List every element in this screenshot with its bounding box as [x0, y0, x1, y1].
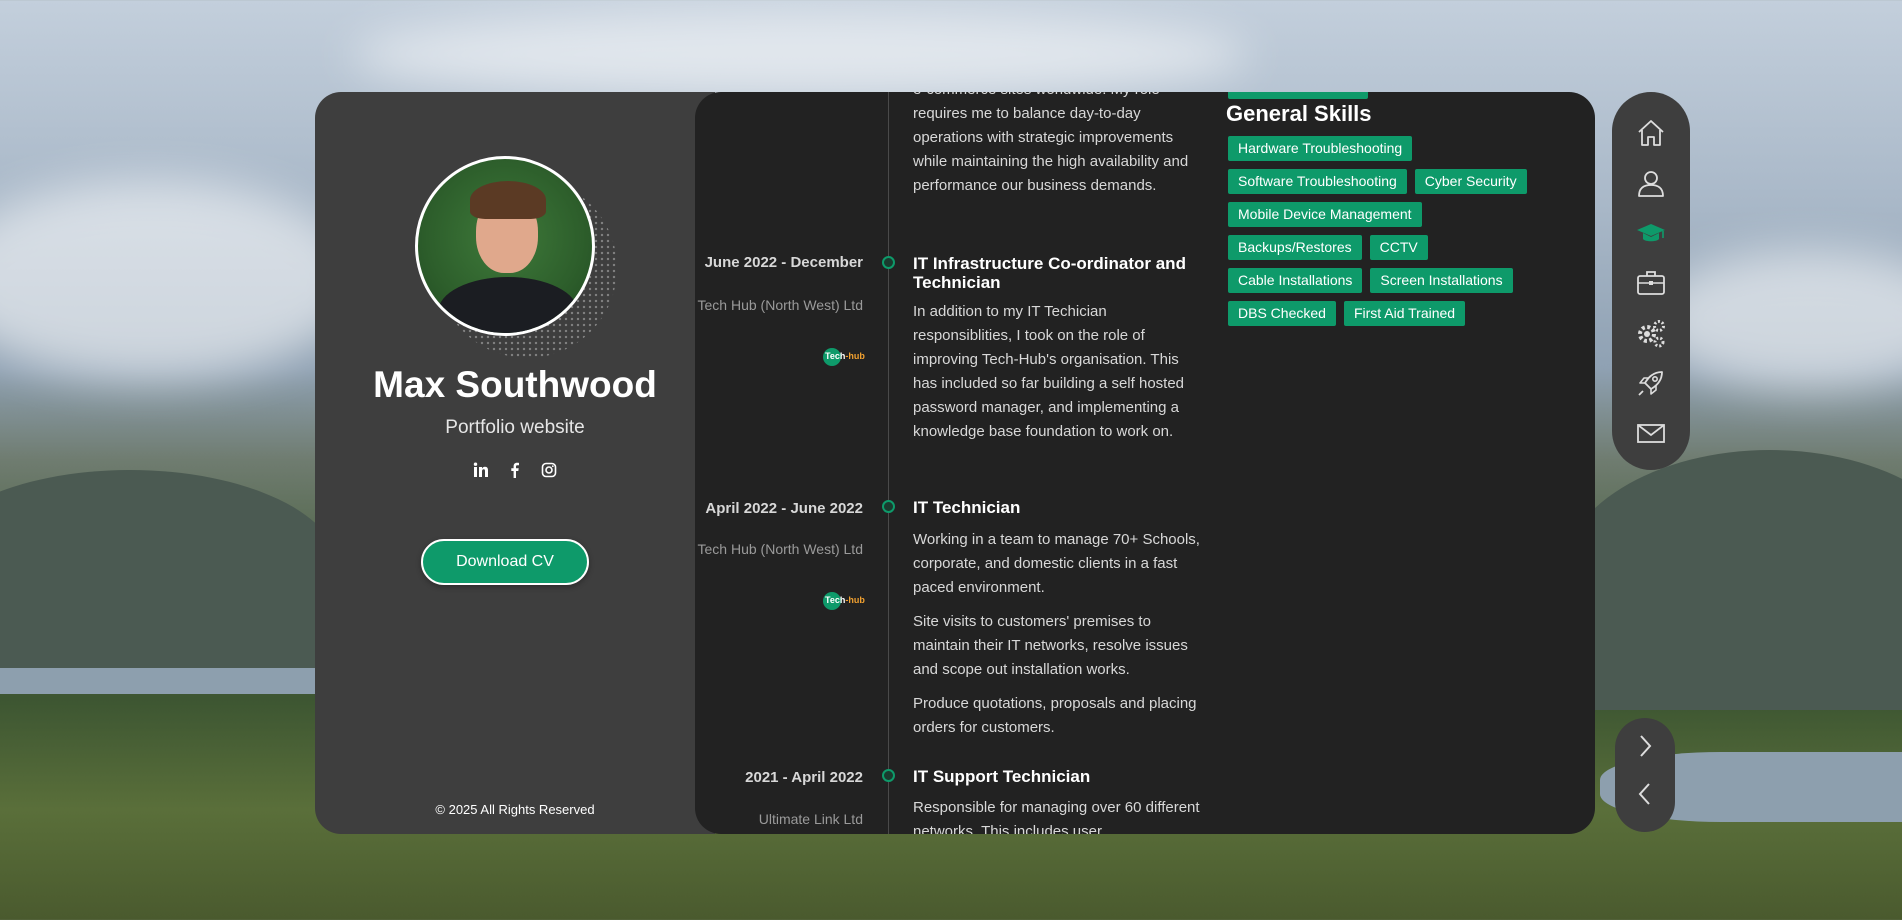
avatar	[415, 156, 595, 336]
logo-text: Tech-hub	[825, 351, 865, 361]
timeline-company: Tech Hub (North West) Ltd	[697, 541, 863, 557]
timeline-date: June 2022 - December	[704, 254, 863, 271]
logo-text: Tech-hub	[825, 595, 865, 605]
skill-tag: Cyber Security	[1414, 169, 1527, 194]
timeline-title: IT Support Technician	[913, 767, 1091, 786]
background-cloud	[0, 180, 360, 380]
timeline-paragraph: In addition to my IT Techician responsib…	[913, 303, 1185, 440]
skills-tag-list: Hardware Troubleshooting Software Troubl…	[1228, 136, 1558, 326]
resume-panel[interactable]: e-commerce sites worldwide. My role requ…	[695, 92, 1595, 834]
home-icon[interactable]	[1631, 113, 1671, 153]
logo-text-tech: Tech	[825, 595, 846, 605]
gears-icon[interactable]	[1631, 313, 1671, 353]
profile-name: Max Southwood	[373, 364, 657, 405]
user-icon[interactable]	[1631, 163, 1671, 203]
previous-arrow-icon[interactable]	[1629, 778, 1661, 810]
timeline-line	[888, 92, 889, 834]
timeline-company: Tech Hub (North West) Ltd	[697, 297, 863, 313]
skill-tag: CCTV	[1369, 235, 1428, 260]
tech-hub-logo: Tech-hub	[823, 592, 865, 612]
timeline-dot	[882, 769, 895, 782]
download-cv-button[interactable]: Download CV	[421, 539, 589, 585]
timeline-company: Ultimate Link Ltd	[758, 811, 863, 827]
background-hill	[0, 470, 340, 670]
facebook-icon[interactable]	[507, 462, 523, 478]
timeline-paragraph: Site visits to customers' premises to ma…	[913, 613, 1188, 678]
social-links	[315, 462, 715, 478]
skill-tag: Mobile Device Management	[1228, 202, 1422, 227]
next-arrow-icon[interactable]	[1629, 730, 1661, 762]
skill-tag: Backups/Restores	[1228, 235, 1362, 260]
skill-tag: Software Troubleshooting	[1228, 169, 1407, 194]
instagram-icon[interactable]	[541, 462, 557, 478]
skill-tag: First Aid Trained	[1343, 301, 1466, 326]
timeline-title: IT Technician	[913, 498, 1021, 517]
rocket-icon[interactable]	[1631, 363, 1671, 403]
skill-tag: Screen Installations	[1370, 268, 1513, 293]
background-hill	[1560, 450, 1902, 710]
profile-subtitle: Portfolio website	[445, 417, 585, 438]
timeline-paragraph: Responsible for managing over 60 differe…	[913, 799, 1200, 834]
timeline-dot	[882, 256, 895, 269]
logo-text-tech: Tech	[825, 351, 846, 361]
skill-tag: DBS Checked	[1228, 301, 1336, 326]
timeline-dot	[882, 500, 895, 513]
avatar-container	[415, 156, 617, 358]
timeline-paragraph: Working in a team to manage 70+ Schools,…	[913, 531, 1200, 596]
tech-hub-logo: Tech-hub	[823, 348, 865, 368]
background-cloud	[350, 10, 1250, 100]
logo-text-hub: -hub	[845, 351, 865, 361]
timeline-intro-text: e-commerce sites worldwide. My role requ…	[913, 92, 1189, 194]
page-arrows	[1615, 718, 1675, 832]
avatar-shirt	[438, 277, 578, 333]
profile-card: Max Southwood Portfolio website Download…	[315, 92, 715, 834]
logo-text-hub: -hub	[845, 595, 865, 605]
skill-tag-cut-off	[1228, 92, 1368, 99]
graduation-cap-icon[interactable]	[1631, 213, 1671, 253]
avatar-hair	[470, 181, 546, 219]
skill-tag: Cable Installations	[1228, 268, 1363, 293]
timeline-title: IT Infrastructure Co-ordinator and Techn…	[913, 254, 1186, 292]
envelope-icon[interactable]	[1631, 413, 1671, 453]
linkedin-icon[interactable]	[473, 462, 489, 478]
background-lake	[0, 668, 320, 694]
timeline-date: April 2022 - June 2022	[705, 500, 863, 517]
section-nav	[1612, 92, 1690, 470]
skills-title: General Skills	[1226, 101, 1372, 126]
copyright-text: © 2025 All Rights Reserved	[435, 802, 595, 817]
skill-tag: Hardware Troubleshooting	[1228, 136, 1413, 161]
timeline-date: 2021 - April 2022	[745, 769, 863, 786]
timeline-paragraph: Produce quotations, proposals and placin…	[913, 695, 1197, 736]
briefcase-icon[interactable]	[1631, 263, 1671, 303]
